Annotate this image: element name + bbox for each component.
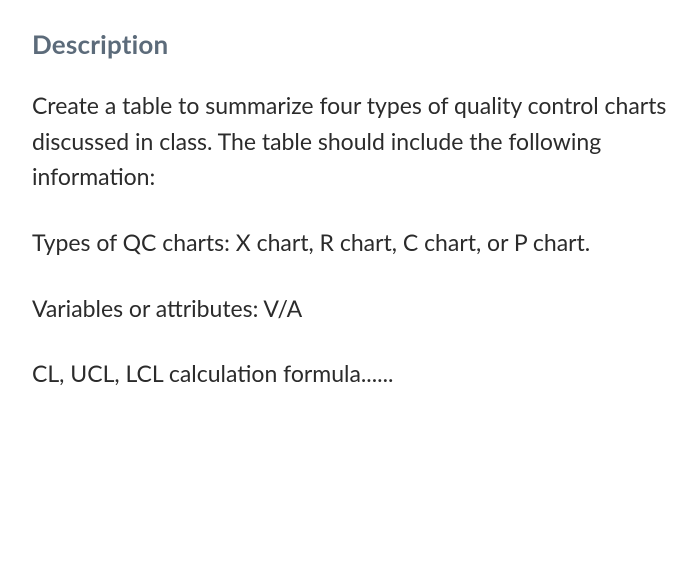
formula-paragraph: CL, UCL, LCL calculation formula...... bbox=[32, 356, 668, 392]
types-paragraph: Types of QC charts: X chart, R chart, C … bbox=[32, 225, 668, 261]
variables-paragraph: Variables or attributes: V/A bbox=[32, 291, 668, 327]
section-heading: Description bbox=[32, 28, 668, 60]
intro-paragraph: Create a table to summarize four types o… bbox=[32, 88, 668, 195]
